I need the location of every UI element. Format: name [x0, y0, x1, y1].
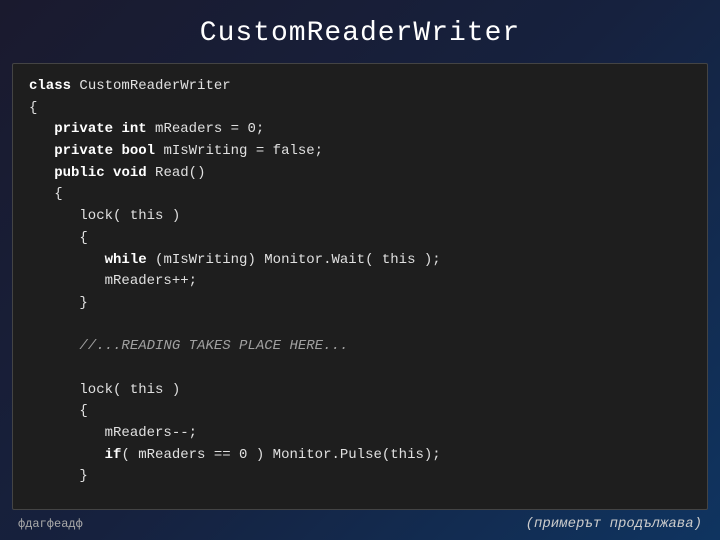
footer-right: (примерът продължава)	[526, 516, 702, 532]
code-line-18: if( mReaders == 0 ) Monitor.Pulse(this);	[29, 447, 441, 463]
title-area: CustomReaderWriter	[0, 0, 720, 63]
code-line-5: public void Read()	[29, 165, 205, 181]
code-block: class CustomReaderWriter { private int m…	[29, 76, 691, 488]
code-line-2: {	[29, 100, 37, 116]
code-line-11: }	[29, 295, 88, 311]
code-container: class CustomReaderWriter { private int m…	[12, 63, 708, 510]
code-line-19: }	[29, 468, 88, 484]
code-line-15: lock( this )	[29, 382, 180, 398]
code-line-4: private bool mIsWriting = false;	[29, 143, 323, 159]
bottom-bar: фдагфеадф (примерът продължава)	[0, 510, 720, 540]
code-line-9: while (mIsWriting) Monitor.Wait( this );	[29, 252, 441, 268]
footer-left: фдагфеадф	[18, 517, 83, 531]
code-line-1: class CustomReaderWriter	[29, 78, 231, 94]
code-line-10: mReaders++;	[29, 273, 197, 289]
code-line-12	[29, 317, 37, 333]
code-line-16: {	[29, 403, 88, 419]
code-line-8: {	[29, 230, 88, 246]
code-line-14	[29, 360, 37, 376]
code-line-17: mReaders--;	[29, 425, 197, 441]
code-line-7: lock( this )	[29, 208, 180, 224]
code-line-3: private int mReaders = 0;	[29, 121, 264, 137]
code-line-6: {	[29, 186, 63, 202]
code-line-13: //...READING TAKES PLACE HERE...	[29, 338, 348, 354]
slide: CustomReaderWriter class CustomReaderWri…	[0, 0, 720, 540]
slide-title: CustomReaderWriter	[200, 18, 520, 49]
